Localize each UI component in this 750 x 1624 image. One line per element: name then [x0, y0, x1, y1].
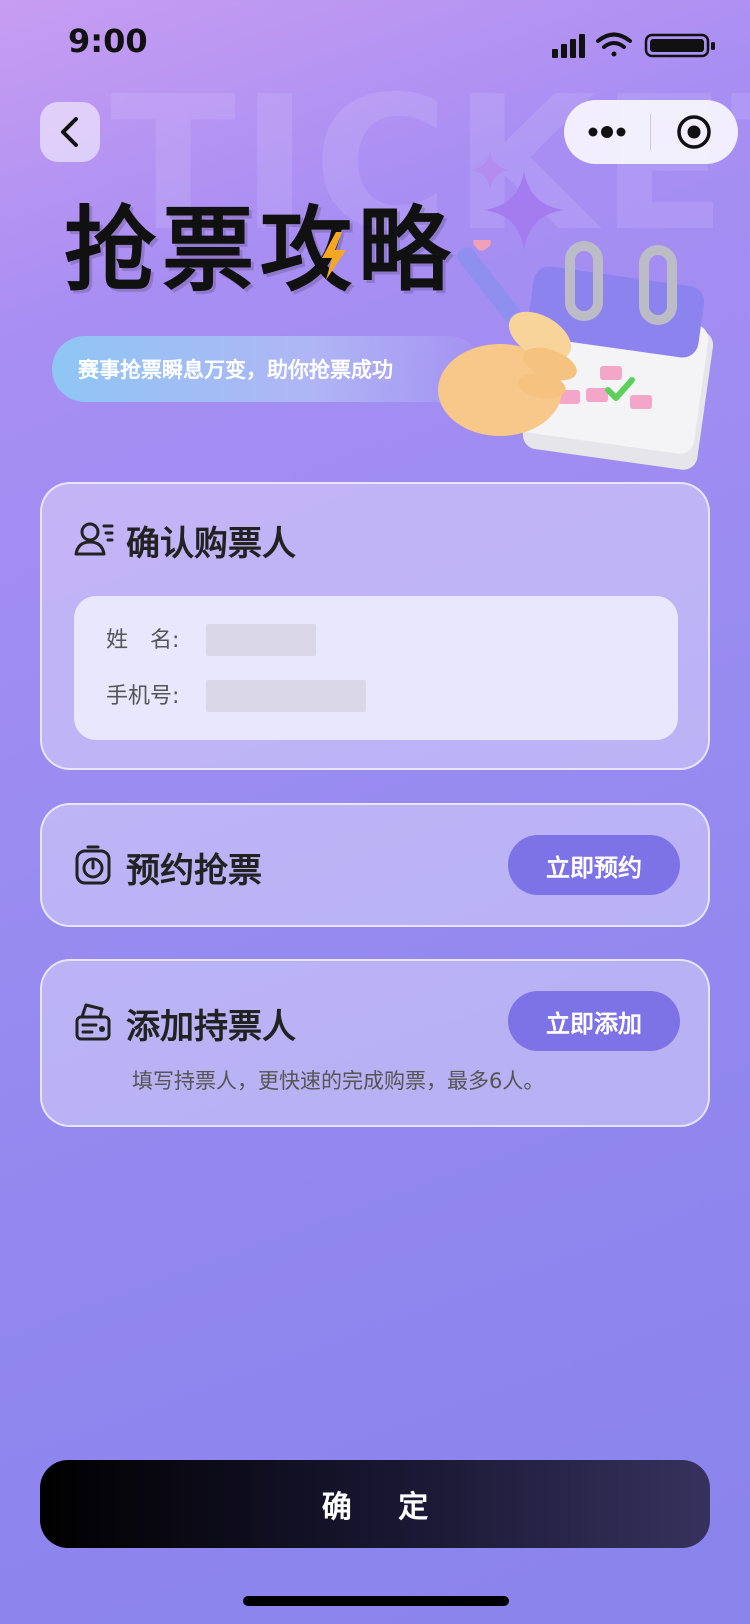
- phone-value-field[interactable]: [206, 680, 366, 712]
- status-time: 9:00: [68, 22, 148, 60]
- back-icon: [61, 117, 78, 147]
- add-holder-title: 添加持票人: [126, 1007, 296, 1047]
- signal-icon: [552, 34, 585, 58]
- target-icon: [677, 115, 711, 149]
- sparkle-large-icon: [484, 170, 564, 250]
- confirm-buyer-card: 确认购票人 姓 名: 手机号:: [40, 482, 710, 770]
- calendar-hand-illustration: [438, 240, 714, 470]
- buyer-info-box: 姓 名: 手机号:: [74, 596, 678, 740]
- more-icon: [588, 126, 626, 138]
- lightning-icon: [322, 232, 346, 280]
- stopwatch-icon: [75, 845, 111, 885]
- name-value-field[interactable]: [206, 624, 316, 656]
- add-now-button[interactable]: 立即添加: [508, 991, 680, 1051]
- reserve-card: 预约抢票 立即预约: [40, 803, 710, 927]
- name-label: 姓 名:: [106, 628, 180, 653]
- mini-program-capsule: [564, 100, 738, 164]
- more-button[interactable]: [564, 126, 650, 138]
- page-title: 抢票攻略: [64, 197, 457, 304]
- user-card-icon: [74, 522, 114, 556]
- reserve-now-button[interactable]: 立即预约: [508, 835, 680, 895]
- status-icons: [552, 32, 715, 58]
- wifi-icon: [596, 32, 632, 57]
- back-button[interactable]: [40, 102, 100, 162]
- battery-icon: [644, 33, 715, 58]
- confirm-buyer-title: 确认购票人: [126, 524, 296, 564]
- home-indicator: [243, 1596, 509, 1606]
- add-holder-card: 添加持票人 立即添加 填写持票人，更快速的完成购票，最多6人。: [40, 959, 710, 1127]
- add-holder-hint: 填写持票人，更快速的完成购票，最多6人。: [132, 1069, 545, 1093]
- close-mini-program-button[interactable]: [651, 114, 737, 150]
- reserve-title: 预约抢票: [126, 851, 262, 891]
- pen-icon: [457, 240, 521, 323]
- ticket-machine-icon: [75, 1003, 111, 1041]
- phone-label: 手机号:: [106, 684, 180, 709]
- confirm-button[interactable]: 确 定: [40, 1460, 710, 1548]
- subtitle-banner: 赛事抢票瞬息万变，助你抢票成功: [52, 336, 482, 402]
